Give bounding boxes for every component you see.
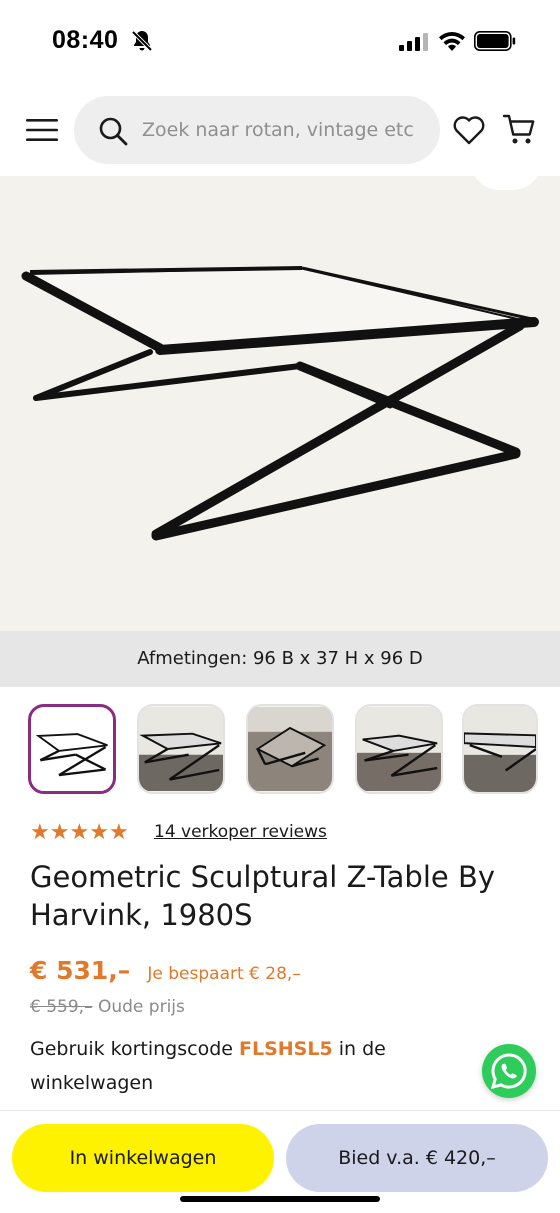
savings-text: Je bespaart € 28,– (147, 964, 301, 984)
bid-button[interactable]: Bied v.a. € 420,– (286, 1124, 548, 1192)
product-title: Geometric Sculptural Z-Table By Harvink,… (30, 860, 496, 932)
cart-icon[interactable] (502, 112, 536, 146)
coupon-before: Gebruik kortingscode (30, 1038, 233, 1060)
coupon-code: FLSHSL5 (239, 1038, 333, 1060)
star-icon: ★ (30, 820, 50, 845)
search-icon (99, 117, 128, 146)
signal-icon (399, 33, 428, 51)
whatsapp-icon (490, 1053, 527, 1090)
status-bar: 08:40 (0, 0, 560, 80)
star-icon: ★ (108, 820, 129, 845)
product-image[interactable] (0, 176, 560, 631)
star-icon: ★ (49, 820, 70, 845)
home-indicator (180, 1196, 380, 1202)
thumbnail-strip (0, 704, 560, 796)
star-icon: ★ (69, 820, 90, 845)
old-price-label: Oude prijs (97, 997, 185, 1017)
price-row: € 531,– Je bespaart € 28,– (30, 956, 301, 992)
heart-icon[interactable] (452, 114, 486, 146)
search-input[interactable] (142, 96, 422, 164)
bell-off-icon (131, 30, 153, 52)
wifi-icon (439, 31, 465, 51)
star-icon: ★ (89, 820, 109, 845)
search-bar[interactable] (74, 96, 440, 164)
battery-icon (474, 31, 516, 51)
add-to-cart-button[interactable]: In winkelwagen (12, 1124, 274, 1192)
status-time: 08:40 (52, 26, 119, 54)
old-price-row: € 559,– Oude prijs (30, 997, 185, 1017)
reviews-link[interactable]: 14 verkoper reviews (154, 822, 327, 842)
old-price: € 559,– (30, 997, 93, 1017)
dimensions-bar: Afmetingen: 96 B x 37 H x 96 D (0, 631, 560, 687)
thumbnail-2[interactable] (137, 704, 225, 794)
star-rating: ★★★★★ (30, 820, 129, 845)
thumbnail-5[interactable] (462, 704, 538, 794)
coupon-text: Gebruik kortingscode FLSHSL5 in de winke… (30, 1032, 450, 1100)
header (0, 90, 560, 170)
thumbnail-1[interactable] (28, 704, 116, 794)
thumbnail-4[interactable] (355, 704, 443, 794)
thumbnail-3[interactable] (246, 704, 334, 794)
whatsapp-button[interactable] (482, 1044, 536, 1098)
z-table-photo (21, 266, 539, 541)
menu-icon[interactable] (26, 118, 58, 142)
bottom-action-bar: In winkelwagen Bied v.a. € 420,– (0, 1110, 560, 1213)
current-price: € 531,– (30, 956, 131, 985)
